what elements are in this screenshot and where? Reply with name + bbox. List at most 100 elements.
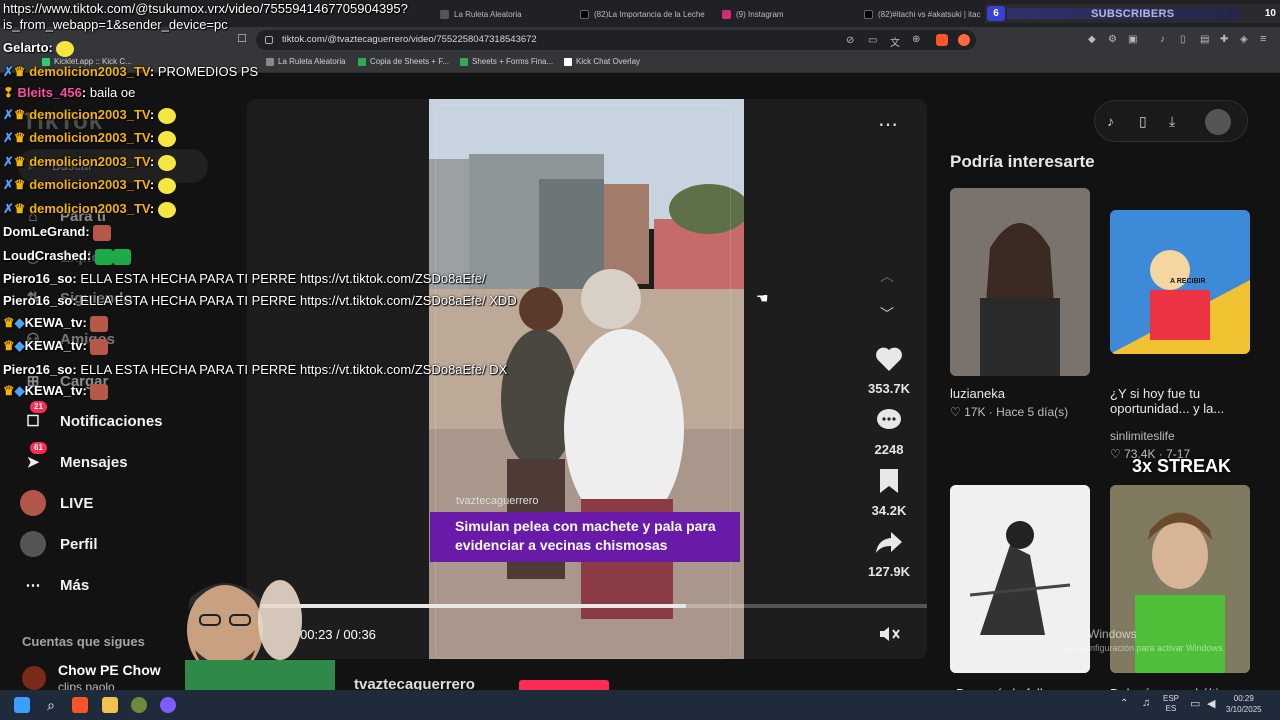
search-icon[interactable]: ⌕ [43,697,59,713]
sidebar-toggle-icon[interactable]: ▯ [1180,34,1186,45]
chat-line: Piero16_so: ELLA ESTA HECHA PARA TI PERR… [3,271,486,286]
chat-line: ✗♛ demolicion2003_TV: [3,130,176,147]
card-author[interactable]: sinlimiteslife [1110,429,1175,443]
share-button[interactable]: 127.9K [859,525,919,579]
next-video-icon[interactable]: ﹀ [880,304,894,324]
windows-start-icon[interactable] [14,697,30,713]
brave-shield-icon[interactable] [936,34,948,46]
sidebar-item-live[interactable]: LIVE [20,488,93,518]
crown-badge-icon: ♛ [13,154,26,169]
share-count: 127.9K [868,564,910,579]
card-banner: A RECIBIR [1170,278,1206,285]
sword-badge-icon: ✗ [3,177,14,192]
chat-line: LoudCrashed: [3,248,131,265]
crown-badge-icon: ♛ [13,64,26,79]
bookmark-icon[interactable]: ☐ [236,33,248,45]
badge-icon: ❢ [3,85,14,100]
language-indicator[interactable]: ESP ES [1163,694,1179,714]
sword-badge-icon: ✗ [3,130,14,145]
music-icon[interactable]: ♪ [1160,34,1165,45]
tab-instagram[interactable]: (9) Instagram [722,4,842,24]
stream-url-overlay: https://www.tiktok.com/@tsukumox.vrx/vid… [3,1,408,32]
previous-video-icon[interactable]: ︿ [880,266,894,286]
emote-icon [90,315,109,332]
extension-icon[interactable]: ◆ [1088,34,1096,45]
mic-icon[interactable]: ♫ [1142,697,1150,709]
video-watermark: tvaztecaguerrero [456,495,539,507]
recommendation-card[interactable] [950,188,1090,376]
mouse-cursor-icon: ☚ [756,290,769,306]
menu-icon[interactable]: ≡ [1260,33,1266,45]
streamer-webcam [185,580,335,690]
emote-icon [157,107,176,124]
tray-expand-icon[interactable]: ⌃ [1120,698,1128,709]
app-icon[interactable] [160,697,176,713]
video-frame[interactable] [429,99,744,659]
recommendation-card[interactable]: A RECIBIR [1110,210,1250,354]
phone-icon[interactable]: ▯ [1139,113,1157,131]
tab-itachi[interactable]: (82)#itachi vs #akatsuki | itac [864,4,982,24]
extension-icon[interactable]: ▣ [1128,34,1137,45]
sidebar-item-mensajes[interactable]: ➤ 61 Mensajes [20,442,128,477]
live-icon [20,490,46,516]
subscriber-progress-bar [1007,8,1240,19]
volume-icon[interactable] [878,624,902,644]
following-title: Cuentas que sigues [22,634,145,649]
emote-icon [157,130,176,147]
file-explorer-icon[interactable] [102,697,118,713]
vpn-icon[interactable]: ◈ [1240,34,1248,45]
crown-badge-icon: ♛ [13,130,26,145]
bookmark-ruleta[interactable]: La Ruleta Aleatoria [266,57,346,66]
avatar[interactable] [22,666,46,690]
video-caption: Simulan pelea con machete y pala para ev… [430,512,740,562]
cast-icon[interactable]: ⊘ [846,35,854,46]
chat-line: ✗♛ demolicion2003_TV: [3,201,176,218]
subscriber-goal-count: 10 [1264,8,1276,19]
chat-line: ♛◆KEWA_tv: [3,383,109,400]
brave-browser-icon[interactable] [72,697,88,713]
bookmark-sheets-forms[interactable]: Sheets + Forms Fina... [460,57,553,66]
tab-leche[interactable]: (82)La Importancia de la Leche [580,4,705,24]
player-tools-pill: ♪ ▯ ⤓ [1094,100,1248,142]
notification-badge: 21 [30,401,47,413]
zoom-icon[interactable]: ⊕ [912,34,920,45]
save-button[interactable]: 34.2K [859,464,919,518]
card-title[interactable]: ¿Y si hoy fue tu oportunidad... y la... [1110,386,1260,416]
bookmark-icon [869,464,909,498]
tab-ruleta[interactable]: La Ruleta Aleatoria [440,4,560,24]
tiktok-icon[interactable]: ♪ [1107,113,1125,131]
card-author[interactable]: luzianeka [950,386,1005,401]
crown-badge-icon: ♛ [13,201,26,216]
sword-badge-icon: ✗ [3,201,14,216]
translate-icon[interactable]: 文 [890,34,900,49]
volume-icon[interactable]: ◀ [1207,697,1215,710]
like-button[interactable]: 353.7K [859,342,919,396]
extension-icon[interactable]: ⚙ [1108,34,1117,45]
windows-watermark-sub: Ve a Configuración para activar Windows. [1058,643,1226,653]
tiktok-favicon-icon [864,9,873,19]
puzzle-icon[interactable]: ✚ [1220,34,1228,45]
avatar [20,531,46,557]
sidebar-item-perfil[interactable]: Perfil [20,529,98,559]
download-icon[interactable]: ⤓ [1169,113,1187,131]
comment-button[interactable]: 2248 [859,403,919,457]
bookmark-kick-overlay[interactable]: Kick Chat Overlay [564,57,640,66]
card-thumbnail [950,188,1090,376]
more-options-icon[interactable]: ⋯ [878,112,898,137]
sidebar-item-mas[interactable]: ⋯ Más [20,570,90,600]
clock[interactable]: 00:29 3/10/2025 [1226,693,1262,715]
wallet-icon[interactable]: ▤ [1200,34,1209,45]
site-info-icon[interactable] [265,36,273,44]
network-icon[interactable]: ▭ [1190,697,1200,710]
bookmark-favicon-icon [564,57,572,66]
app-icon[interactable] [131,697,147,713]
avatar[interactable] [1205,109,1231,135]
bookmark-sheets-copy[interactable]: Copia de Sheets + F... [358,57,449,66]
screen-icon[interactable]: ▭ [868,35,877,46]
brave-rewards-icon[interactable] [958,34,970,46]
chat-line: ✗♛ demolicion2003_TV: [3,177,176,194]
following-account-name[interactable]: Chow PE Chow [58,662,161,678]
sheets-icon [460,57,468,66]
chat-line: ♛◆KEWA_tv: [3,338,109,355]
sidebar-item-notificaciones[interactable]: ☐ 21 Notificaciones [20,401,163,436]
